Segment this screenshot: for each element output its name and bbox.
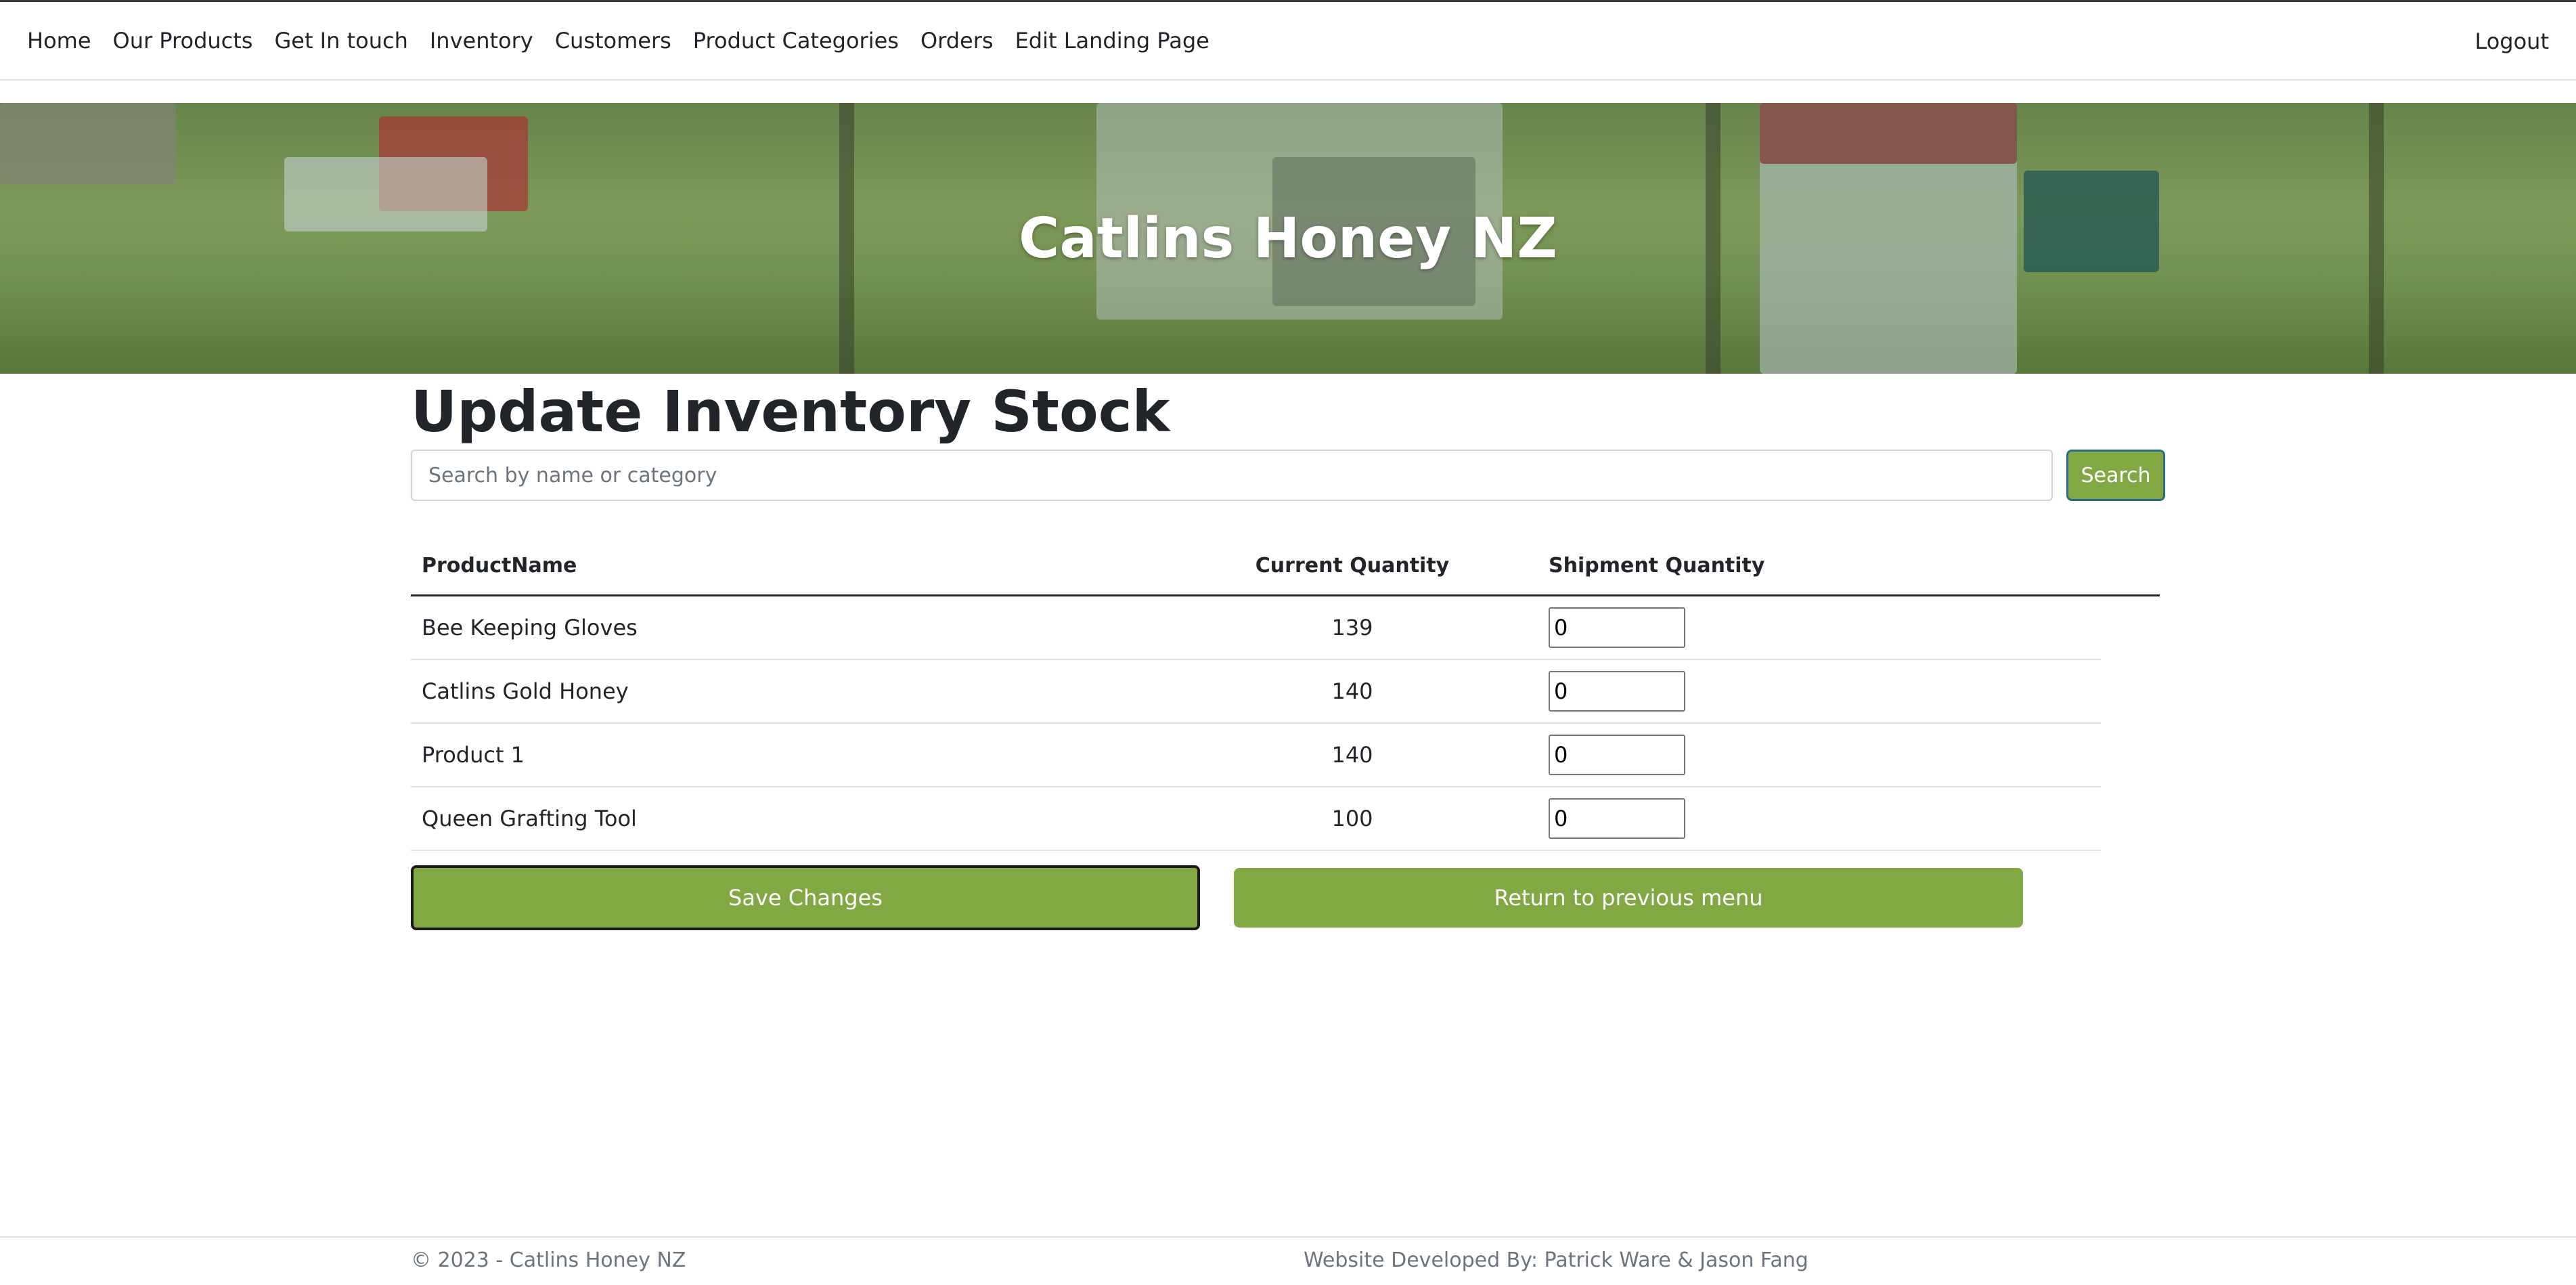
header-product-name: ProductName [411,536,1167,596]
row-filler [2101,723,2160,787]
table-row: Product 1 140 [411,723,2160,787]
search-button[interactable]: Search [2066,450,2165,501]
footer: © 2023 - Catlins Honey NZ Website Develo… [0,1236,2576,1285]
table-header-row: ProductName Current Quantity Shipment Qu… [411,536,2160,596]
shipment-quantity-input[interactable] [1549,735,1685,775]
shipment-cell [1538,787,2101,851]
shipment-quantity-input[interactable] [1549,607,1685,648]
current-quantity: 100 [1167,787,1538,851]
nav-link-get-in-touch[interactable]: Get In touch [274,28,407,53]
header-current-quantity: Current Quantity [1167,536,1538,596]
product-name: Bee Keeping Gloves [411,595,1167,660]
shipment-cell [1538,659,2101,724]
logout-link[interactable]: Logout [2474,28,2549,54]
shipment-quantity-input[interactable] [1549,798,1685,839]
shipment-quantity-input[interactable] [1549,671,1685,712]
return-button[interactable]: Return to previous menu [1234,868,2023,928]
current-quantity: 140 [1167,723,1538,787]
row-filler [2101,659,2160,723]
footer-copyright: © 2023 - Catlins Honey NZ [411,1248,686,1272]
shipment-cell [1538,723,2101,787]
hero-banner: Catlins Honey NZ [0,103,2576,374]
nav-link-inventory[interactable]: Inventory [430,28,533,53]
page-title: Update Inventory Stock [411,378,1170,445]
table-row: Bee Keeping Gloves 139 [411,595,2160,660]
table-row: Queen Grafting Tool 100 [411,787,2160,851]
nav-link-product-categories[interactable]: Product Categories [693,28,899,53]
current-quantity: 139 [1167,595,1538,660]
hero-title: Catlins Honey NZ [1019,206,1557,271]
nav-link-home[interactable]: Home [27,28,91,53]
shipment-cell [1538,595,2101,660]
nav-link-orders[interactable]: Orders [920,28,994,53]
search-input[interactable] [411,450,2053,501]
inventory-table: ProductName Current Quantity Shipment Qu… [411,536,2160,851]
row-filler [2101,787,2160,850]
header-shipment-quantity: Shipment Quantity [1538,536,2101,596]
nav-link-our-products[interactable]: Our Products [113,28,253,53]
product-name: Catlins Gold Honey [411,659,1167,724]
nav-links: Home Our Products Get In touch Inventory… [27,28,1209,53]
current-quantity: 140 [1167,659,1538,724]
top-navbar: Home Our Products Get In touch Inventory… [0,2,2576,81]
row-filler [2101,596,2160,660]
product-name: Queen Grafting Tool [411,787,1167,851]
header-filler [2101,536,2160,596]
save-changes-button[interactable]: Save Changes [411,865,1200,930]
footer-developer: Website Developed By: Patrick Ware & Jas… [1304,1248,1808,1272]
table-row: Catlins Gold Honey 140 [411,659,2160,724]
nav-link-edit-landing-page[interactable]: Edit Landing Page [1015,28,1209,53]
nav-link-customers[interactable]: Customers [555,28,671,53]
product-name: Product 1 [411,723,1167,787]
logout-container: Logout [2474,2,2549,81]
